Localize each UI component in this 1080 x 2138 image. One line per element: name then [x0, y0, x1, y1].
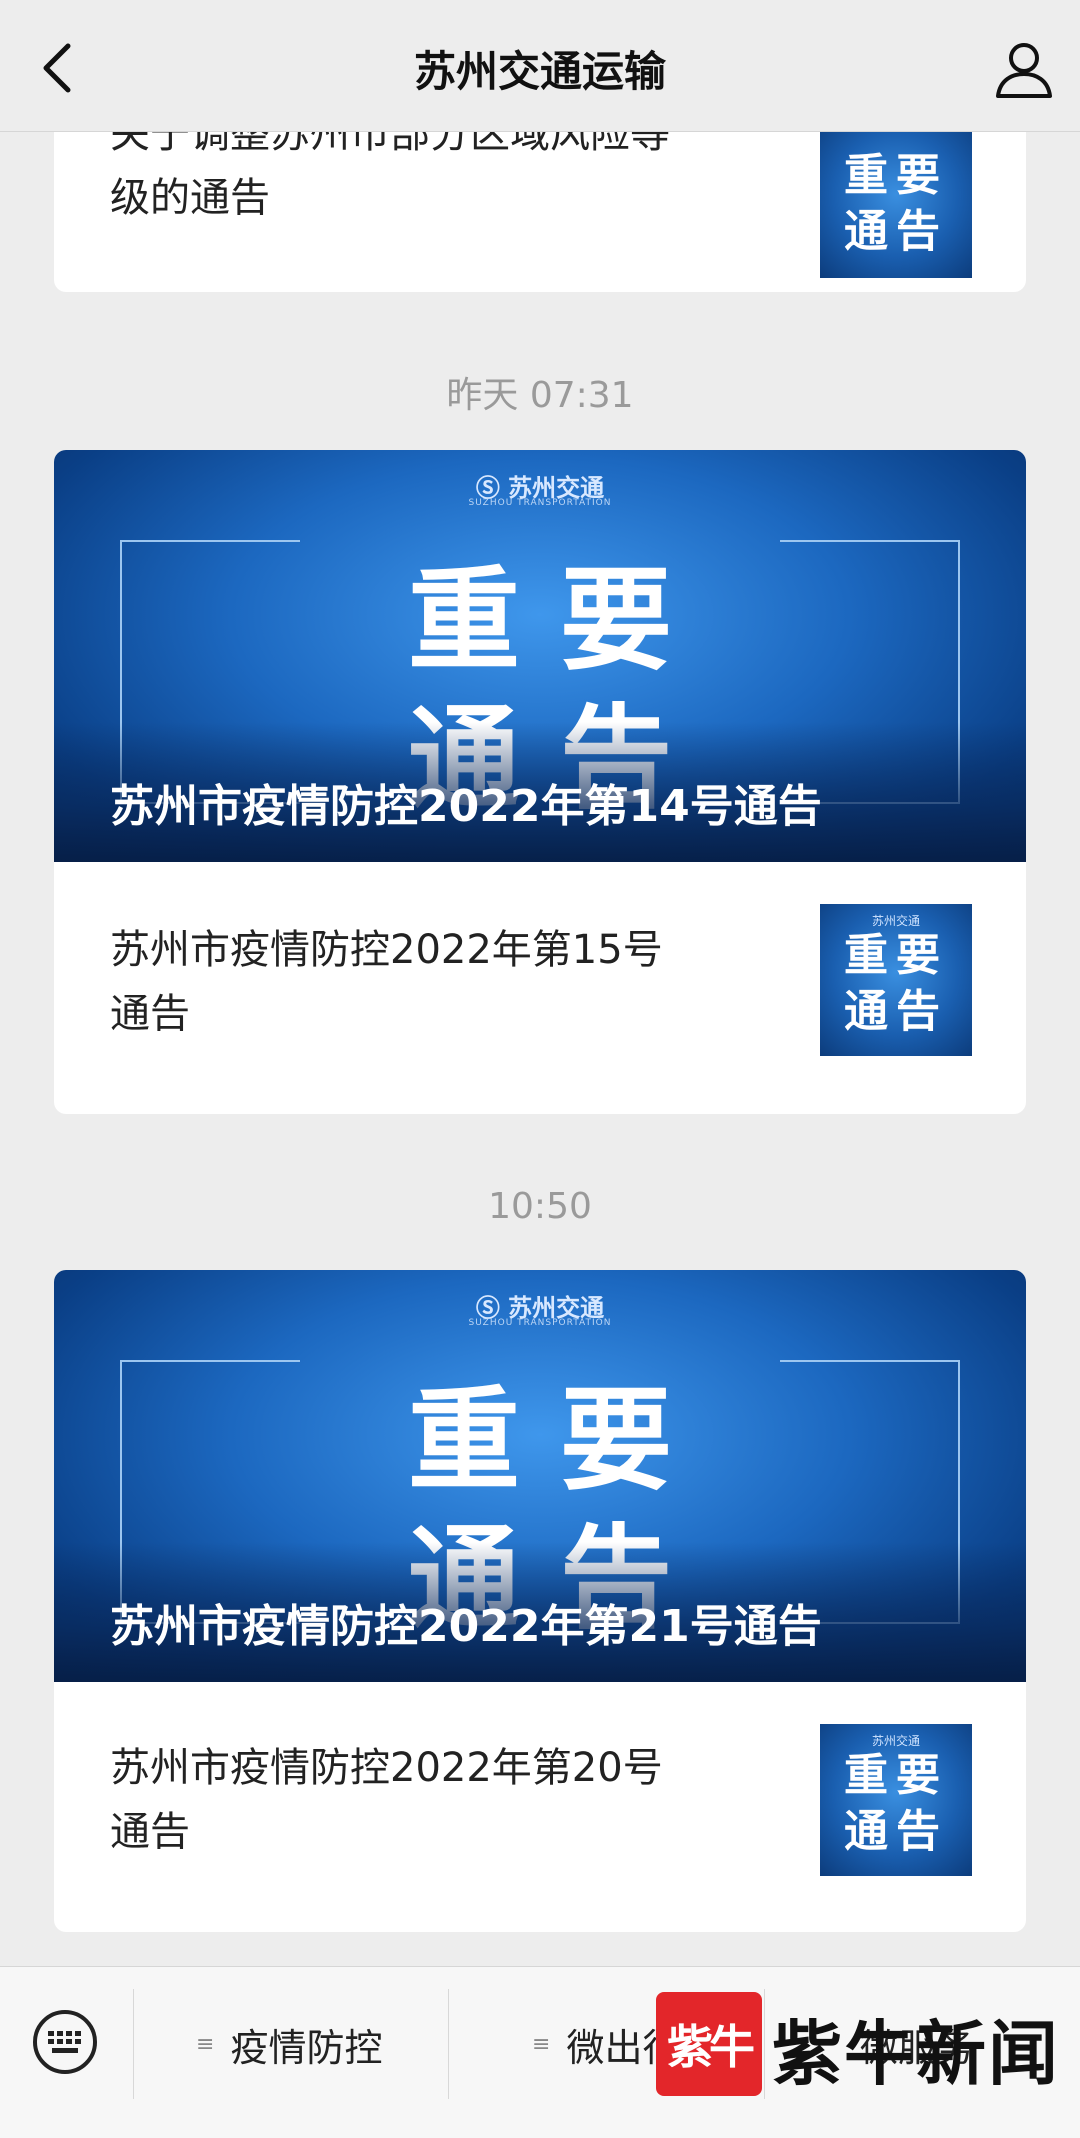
- person-icon: [996, 43, 1052, 98]
- thumb-text-bottom: 通告: [844, 1806, 948, 1857]
- thumb-text-top: 重要: [844, 930, 948, 981]
- thumb-text-bottom: 通告: [844, 986, 948, 1037]
- thumb-text-bottom: 通告: [844, 206, 948, 257]
- menu-item-label: 疫情防控: [230, 2025, 383, 2070]
- article-list-item[interactable]: 苏州市疫情防控2022年第20号 通告 苏州交通 重要 通告: [54, 1682, 1026, 1932]
- article-banner[interactable]: Ⓢ 苏州交通 SUZHOU TRANSPORTATION 重要 通告 苏州市疫情…: [54, 450, 1026, 862]
- menu-divider: [133, 1989, 134, 2099]
- thumb-logo: 苏州交通: [871, 914, 920, 928]
- article-title-line2: 通告: [110, 991, 190, 1037]
- article-thumbnail: 苏州交通 重要 通告: [820, 904, 972, 1056]
- menu-divider: [448, 1989, 449, 2099]
- menu-item-epidemic[interactable]: ≡ 疫情防控: [196, 2019, 383, 2070]
- article-group-card: Ⓢ 苏州交通 SUZHOU TRANSPORTATION 重要 通告 苏州市疫情…: [54, 1270, 1026, 1932]
- logo-subtext: SUZHOU TRANSPORTATION: [468, 1318, 612, 1328]
- article-group-card: Ⓢ 苏州交通 SUZHOU TRANSPORTATION 重要 通告 苏州市疫情…: [54, 450, 1026, 1114]
- watermark-text: 紫牛新闻: [772, 2012, 1060, 2095]
- timestamp: 10:50: [488, 1186, 592, 1227]
- article-banner[interactable]: Ⓢ 苏州交通 SUZHOU TRANSPORTATION 重要 通告 苏州市疫情…: [54, 1270, 1026, 1682]
- article-thumbnail: 重要 通告: [820, 126, 972, 278]
- menu-list-icon: ≡: [196, 2031, 215, 2057]
- account-profile-button[interactable]: [990, 36, 1058, 104]
- article-list-item[interactable]: 苏州市疫情防控2022年第15号 通告 苏州交通 重要 通告: [54, 862, 1026, 1114]
- thumb-text-top: 重要: [844, 1750, 948, 1801]
- article-title-line1: 苏州市疫情防控2022年第15号: [110, 927, 663, 973]
- thumb-logo: 苏州交通: [871, 1734, 920, 1748]
- keyboard-toggle-button[interactable]: [30, 2007, 100, 2077]
- page-title: 苏州交通运输: [413, 47, 666, 96]
- timestamp: 昨天 07:31: [446, 375, 634, 416]
- logo-subtext: SUZHOU TRANSPORTATION: [468, 498, 612, 508]
- article-title-line1: 苏州市疫情防控2022年第20号: [110, 1745, 663, 1791]
- article-thumbnail: 苏州交通 重要 通告: [820, 1724, 972, 1876]
- banner-headline: 苏州市疫情防控2022年第14号通告: [110, 781, 822, 832]
- menu-divider: [764, 1989, 765, 2099]
- top-nav-bar: 苏州交通运输: [0, 0, 1080, 132]
- thumb-text-top: 重要: [844, 150, 948, 201]
- keyboard-icon: [33, 2010, 97, 2074]
- article-title: 苏州市疫情防控2022年第20号 通告: [110, 1736, 750, 1864]
- article-title: 苏州市疫情防控2022年第15号 通告: [110, 918, 750, 1046]
- menu-list-icon: ≡: [532, 2031, 551, 2057]
- watermark-badge: 紫牛: [656, 1992, 762, 2096]
- banner-headline: 苏州市疫情防控2022年第21号通告: [110, 1601, 822, 1652]
- article-title-line2: 通告: [110, 1809, 190, 1855]
- article-title-line2: 级的通告: [110, 175, 270, 221]
